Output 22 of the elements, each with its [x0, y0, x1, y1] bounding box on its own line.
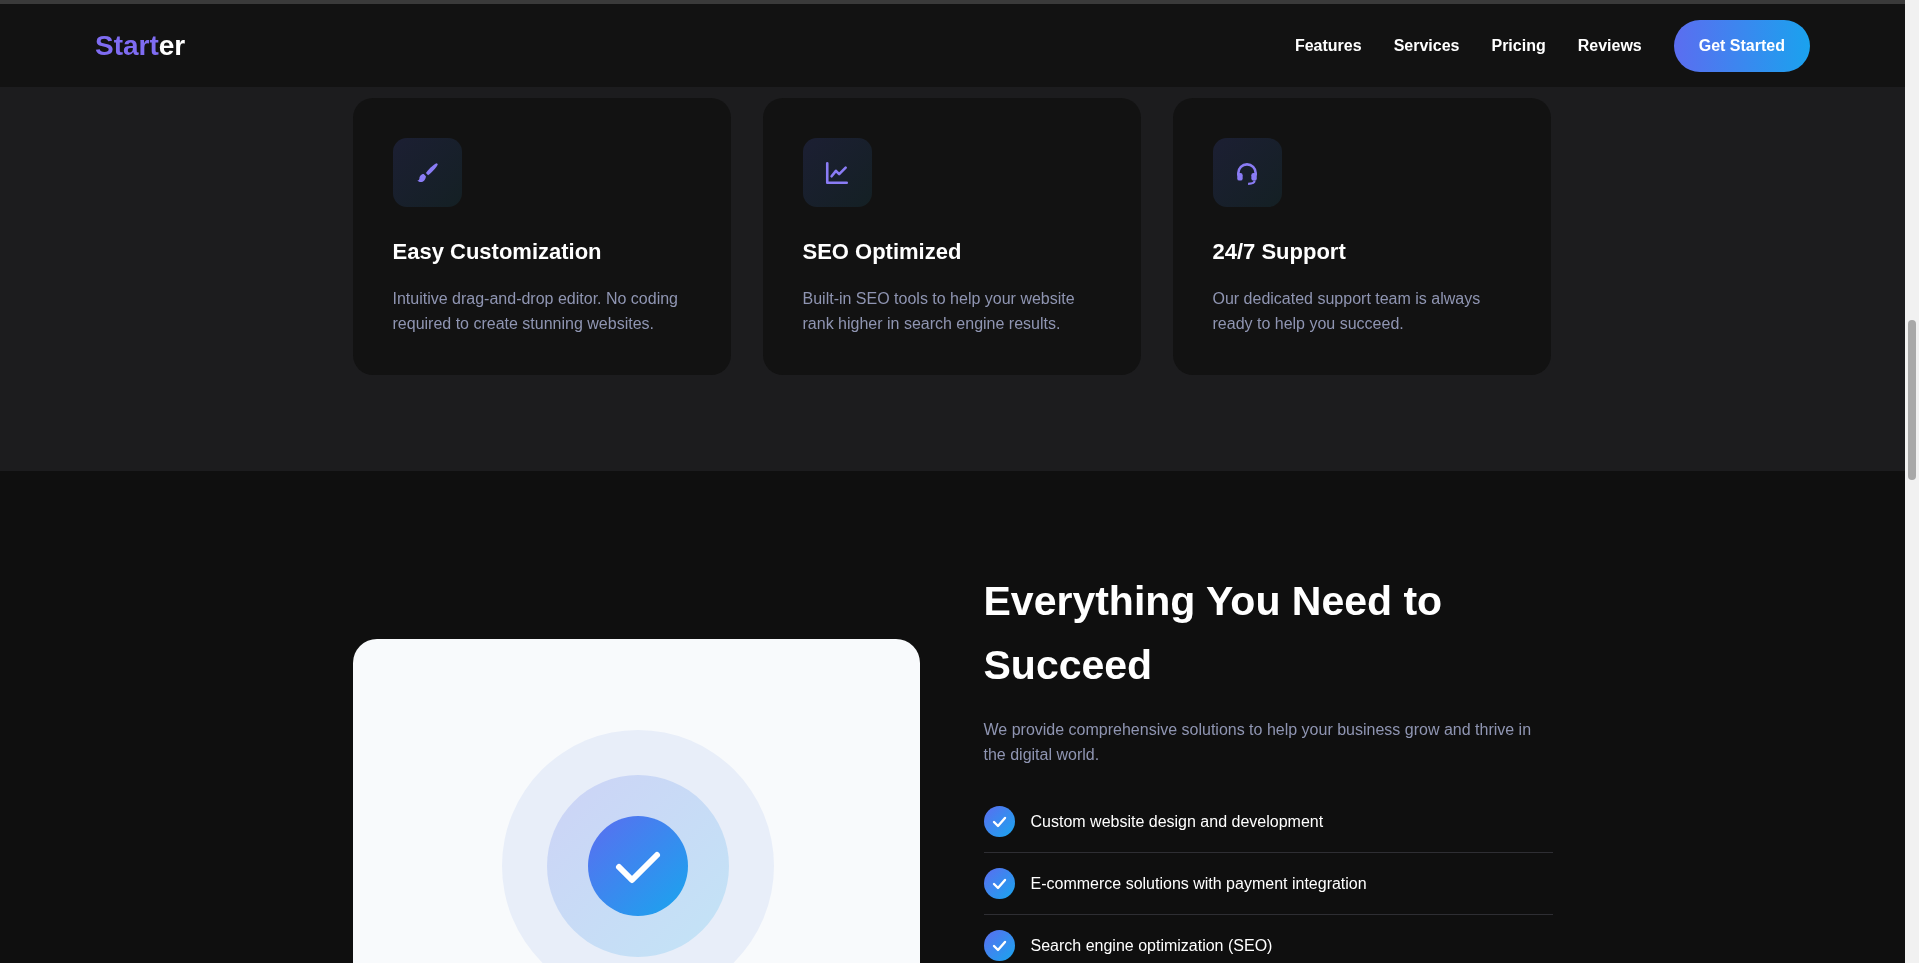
feature-title: SEO Optimized: [802, 238, 963, 266]
section-heading: Everything You Need to Succeed: [983, 577, 1444, 690]
check-icon: [983, 930, 1015, 961]
get-started-button[interactable]: Get Started: [1673, 19, 1810, 72]
feature-title: Easy Customization: [392, 238, 603, 266]
feature-description: Intuitive drag-and-drop editor. No coding required to create stunning websites.: [392, 289, 679, 334]
line-chart-icon: [824, 159, 850, 186]
logo[interactable]: Starter: [95, 24, 186, 67]
feature-title: 24/7 Support: [1212, 238, 1347, 266]
scrollbar[interactable]: [1905, 0, 1919, 963]
feature-description: Our dedicated support team is always ready to help you succeed.: [1212, 289, 1482, 334]
nav-link[interactable]: Reviews: [1577, 33, 1642, 58]
check-icon: [983, 806, 1015, 837]
feature-list-item: Custom website design and development: [1030, 811, 1324, 832]
feature-list-item: E-commerce solutions with payment integration: [1030, 873, 1367, 894]
check-icon: [983, 868, 1015, 899]
section-description: We provide comprehensive solutions to help your business grow and thrive in the digital world.: [983, 720, 1533, 765]
feature-list-item: Search engine optimization (SEO): [1030, 935, 1273, 956]
feature-description: Built-in SEO tools to help your website rank higher in search engine results.: [802, 289, 1076, 334]
nav-link[interactable]: Services: [1393, 33, 1460, 58]
nav-link[interactable]: Features: [1294, 33, 1362, 58]
nav-link[interactable]: Pricing: [1491, 33, 1546, 58]
